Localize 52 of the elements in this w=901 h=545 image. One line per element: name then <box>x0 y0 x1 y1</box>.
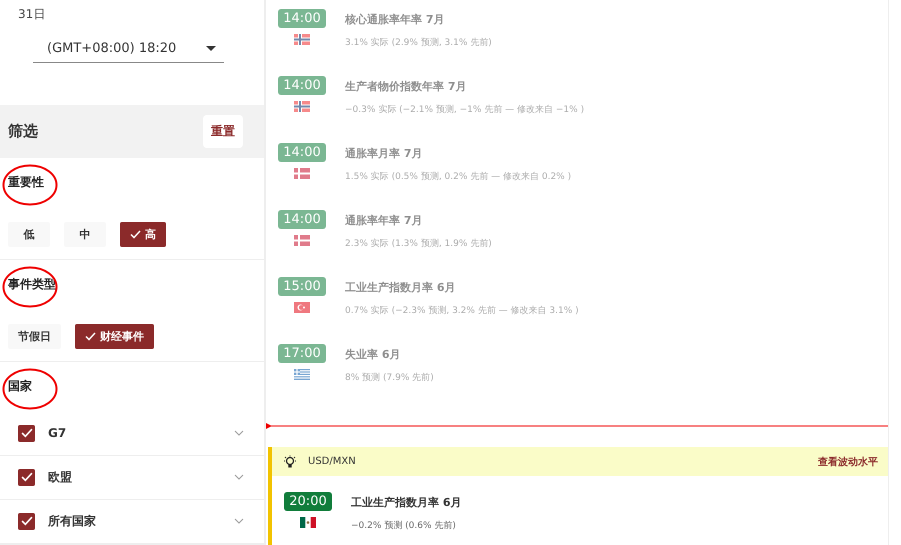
filter-title: 筛选 <box>8 122 38 142</box>
time-badge: 20:00 <box>284 492 332 512</box>
event-values: 3.1% 实际 (2.9% 预测, 3.1% 先前) <box>345 36 492 49</box>
currency-pair: USD/MXN <box>308 456 357 468</box>
time-badge: 15:00 <box>278 277 326 296</box>
filter-chip[interactable]: 中 <box>64 222 106 247</box>
event-values: 0.7% 实际 (−2.3% 预测, 3.2% 先前 — 修改来自 3.1% ) <box>345 304 579 317</box>
event-values: 2.3% 实际 (1.3% 预测, 1.9% 先前) <box>345 238 492 250</box>
flag-icon <box>300 517 316 528</box>
flag-icon <box>294 34 310 45</box>
event-values: 1.5% 实际 (0.5% 预测, 0.2% 先前 — 修改来自 0.2% ) <box>345 170 572 183</box>
check-icon <box>20 428 32 438</box>
filter-chip[interactable]: 节假日 <box>8 324 61 349</box>
checkbox[interactable] <box>18 424 35 442</box>
flag-icon <box>294 168 310 179</box>
country-group-label: 所有国家 <box>48 512 97 530</box>
flag-icon <box>294 101 310 112</box>
check-icon <box>20 516 32 526</box>
checkbox[interactable] <box>18 512 35 530</box>
caret-icon <box>206 46 216 52</box>
chevron-down-icon[interactable] <box>234 518 244 524</box>
section-title: 重要性 <box>8 174 44 192</box>
time-badge: 14:00 <box>278 143 326 162</box>
section-title: 事件类型 <box>8 276 56 294</box>
check-icon <box>20 472 32 482</box>
check-icon <box>130 230 141 239</box>
volatility-link[interactable]: 查看波动水平 <box>818 454 878 469</box>
event-title[interactable]: 工业生产指数月率 6月 <box>351 495 462 510</box>
check-icon <box>85 332 96 341</box>
time-badge: 17:00 <box>278 344 326 363</box>
timezone-dropdown[interactable]: (GMT+08:00) 18:20 <box>33 37 224 64</box>
country-group-label: G7 <box>48 426 68 440</box>
chevron-down-icon[interactable] <box>234 430 244 436</box>
chevron-down-icon[interactable] <box>234 474 244 480</box>
checkbox[interactable] <box>18 468 35 486</box>
country-group-label: 欧盟 <box>48 468 73 486</box>
event-values: −0.2% 预测 (0.6% 先前) <box>351 520 457 532</box>
section-title: 国家 <box>8 378 32 396</box>
flag-icon <box>294 235 310 246</box>
event-values: −0.3% 实际 (−2.1% 预测, −1% 先前 — 修改来自 −1% ) <box>345 104 584 116</box>
event-values: 8% 预测 (7.9% 先前) <box>345 372 434 384</box>
flag-icon <box>294 369 310 380</box>
reset-button[interactable]: 重置 <box>203 115 243 148</box>
filter-chip[interactable]: 低 <box>8 222 50 247</box>
flag-icon <box>294 302 310 313</box>
time-badge: 14:00 <box>278 9 326 28</box>
lightbulb-icon <box>284 454 296 469</box>
filter-chip[interactable]: 财经事件 <box>75 324 154 349</box>
time-badge: 14:00 <box>278 76 326 95</box>
filter-chip[interactable]: 高 <box>120 222 166 247</box>
date-label: 31日 <box>17 6 46 23</box>
time-badge: 14:00 <box>278 210 326 229</box>
